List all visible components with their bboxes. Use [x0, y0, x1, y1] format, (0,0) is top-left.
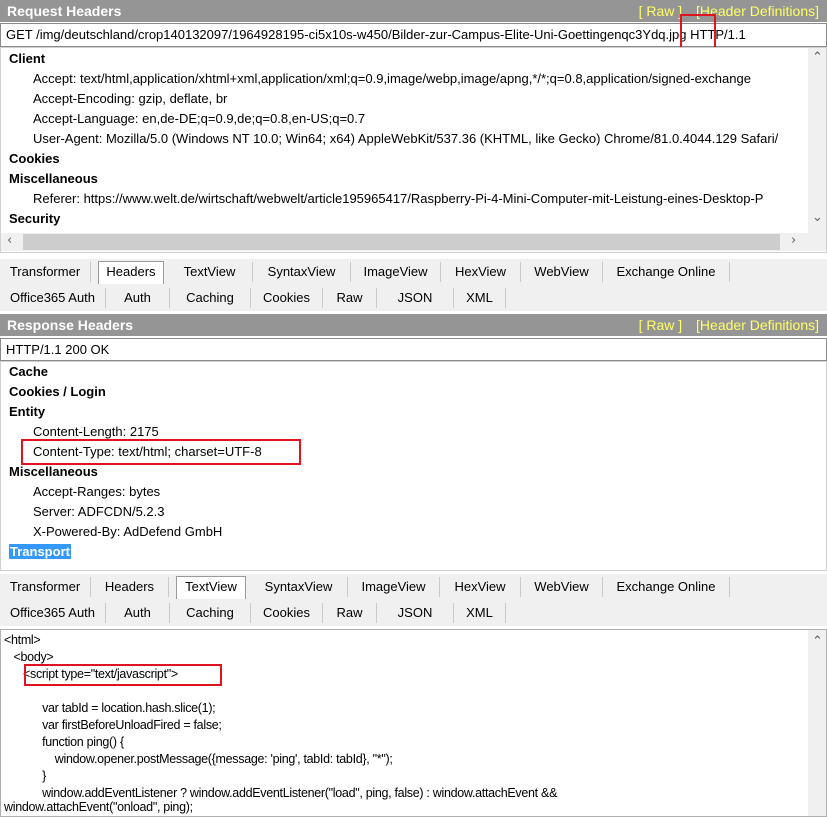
code-line: window.attachEvent("onload", ping); — [4, 800, 193, 814]
code-line: var firstBeforeUnloadFired = false; — [4, 718, 222, 732]
section-miscellaneous[interactable]: Miscellaneous — [9, 464, 98, 479]
section-miscellaneous[interactable]: Miscellaneous — [9, 171, 98, 186]
code-line: var tabId = location.hash.slice(1); — [4, 701, 216, 715]
code-line: window.opener.postMessage({message: 'pin… — [4, 752, 393, 766]
code-line: window.addEventListener ? window.addEven… — [4, 786, 558, 800]
section-transport[interactable]: Transport — [9, 544, 71, 559]
tab-transformer[interactable]: Transformer — [0, 262, 91, 282]
tab-syntaxview[interactable]: SyntaxView — [250, 577, 348, 597]
scroll-corner — [808, 233, 826, 251]
tab-textview[interactable]: TextView — [176, 576, 246, 599]
tab-json[interactable]: JSON — [377, 603, 454, 623]
tab-auth[interactable]: Auth — [106, 288, 170, 308]
section-security[interactable]: Security — [9, 211, 60, 226]
scroll-down-icon[interactable]: ⌄ — [812, 210, 823, 225]
header-server[interactable]: Server: ADFCDN/5.2.3 — [33, 504, 165, 519]
section-cache[interactable]: Cache — [9, 364, 48, 379]
scroll-up-icon[interactable]: ⌃ — [812, 634, 823, 649]
tab-exchange-online[interactable]: Exchange Online — [603, 262, 730, 282]
scroll-left-icon[interactable]: ‹ — [7, 233, 12, 248]
header-referer[interactable]: Referer: https://www.welt.de/wirtschaft/… — [33, 191, 763, 206]
tab-imageview[interactable]: ImageView — [351, 262, 441, 282]
section-cookies[interactable]: Cookies — [9, 151, 60, 166]
tab-webview[interactable]: WebView — [521, 577, 603, 597]
tab-json[interactable]: JSON — [377, 288, 454, 308]
script-tag-highlight — [24, 664, 222, 686]
header-accept[interactable]: Accept: text/html,application/xhtml+xml,… — [33, 71, 751, 86]
code-line: } — [4, 769, 46, 783]
tab-hexview[interactable]: HexView — [440, 577, 521, 597]
code-line: <html> — [4, 633, 41, 647]
scroll-up-icon[interactable]: ⌃ — [812, 50, 823, 65]
tab-cookies[interactable]: Cookies — [251, 603, 323, 623]
tab-hexview[interactable]: HexView — [441, 262, 521, 282]
tab-caching[interactable]: Caching — [170, 288, 251, 308]
request-horizontal-scrollbar[interactable]: ‹ › — [1, 233, 810, 251]
request-vertical-scrollbar[interactable]: ⌃ ⌄ — [808, 48, 826, 233]
textview-pane[interactable]: <html> <body> <script type="text/javascr… — [0, 629, 827, 817]
section-client[interactable]: Client — [9, 51, 45, 66]
scroll-right-icon[interactable]: › — [791, 233, 796, 248]
tab-imageview[interactable]: ImageView — [348, 577, 440, 597]
tab-xml[interactable]: XML — [454, 603, 506, 623]
tab-caching[interactable]: Caching — [170, 603, 251, 623]
tab-headers[interactable]: Headers — [98, 261, 164, 284]
code-line: <body> — [4, 650, 54, 664]
tab-cookies[interactable]: Cookies — [251, 288, 323, 308]
request-raw-link[interactable]: [ Raw ] — [639, 3, 683, 19]
tab-xml[interactable]: XML — [454, 288, 506, 308]
response-tabs-row1: Transformer Headers TextView SyntaxView … — [0, 574, 827, 600]
textview-vertical-scrollbar[interactable]: ⌃ — [808, 630, 826, 816]
response-header-definitions-link[interactable]: [Header Definitions] — [696, 317, 819, 333]
tab-transformer[interactable]: Transformer — [0, 577, 91, 597]
tab-office365-auth[interactable]: Office365 Auth — [0, 603, 106, 623]
tab-office365-auth[interactable]: Office365 Auth — [0, 288, 106, 308]
request-tabs-row2: Office365 Auth Auth Caching Cookies Raw … — [0, 285, 827, 311]
section-entity[interactable]: Entity — [9, 404, 45, 419]
request-line: GET /img/deutschland/crop140132097/19649… — [6, 27, 746, 42]
tab-auth[interactable]: Auth — [106, 603, 170, 623]
response-raw-link[interactable]: [ Raw ] — [639, 317, 683, 333]
tab-raw[interactable]: Raw — [323, 288, 377, 308]
tab-exchange-online[interactable]: Exchange Online — [603, 577, 730, 597]
tab-headers[interactable]: Headers — [91, 577, 169, 597]
request-headers-title: Request Headers — [7, 3, 122, 19]
header-accept-language[interactable]: Accept-Language: en,de-DE;q=0.9,de;q=0.8… — [33, 111, 365, 126]
tab-raw[interactable]: Raw — [323, 603, 377, 623]
scrollbar-thumb[interactable] — [23, 234, 780, 250]
response-tabs-row2: Office365 Auth Auth Caching Cookies Raw … — [0, 600, 827, 626]
section-cookies-login[interactable]: Cookies / Login — [9, 384, 106, 399]
status-line: HTTP/1.1 200 OK — [6, 342, 110, 357]
header-x-powered-by[interactable]: X-Powered-By: AdDefend GmbH — [33, 524, 222, 539]
code-line: function ping() { — [4, 735, 124, 749]
response-headers-title: Response Headers — [7, 317, 134, 333]
content-type-highlight — [21, 439, 301, 465]
tab-syntaxview[interactable]: SyntaxView — [253, 262, 351, 282]
tab-webview[interactable]: WebView — [521, 262, 603, 282]
header-accept-ranges[interactable]: Accept-Ranges: bytes — [33, 484, 160, 499]
header-content-length[interactable]: Content-Length: 2175 — [33, 424, 159, 439]
response-headers-tree[interactable]: Cache Cookies / Login Entity Content-Len… — [0, 361, 827, 571]
tab-textview[interactable]: TextView — [167, 262, 253, 282]
header-accept-encoding[interactable]: Accept-Encoding: gzip, deflate, br — [33, 91, 227, 106]
request-headers-tree[interactable]: Client Accept: text/html,application/xht… — [0, 47, 827, 253]
status-line-box[interactable]: HTTP/1.1 200 OK — [0, 338, 827, 361]
response-headers-bar: Response Headers [ Raw ] [Header Definit… — [0, 314, 827, 336]
request-tabs-row1: Transformer Headers TextView SyntaxView … — [0, 259, 827, 285]
header-user-agent[interactable]: User-Agent: Mozilla/5.0 (Windows NT 10.0… — [33, 131, 778, 146]
